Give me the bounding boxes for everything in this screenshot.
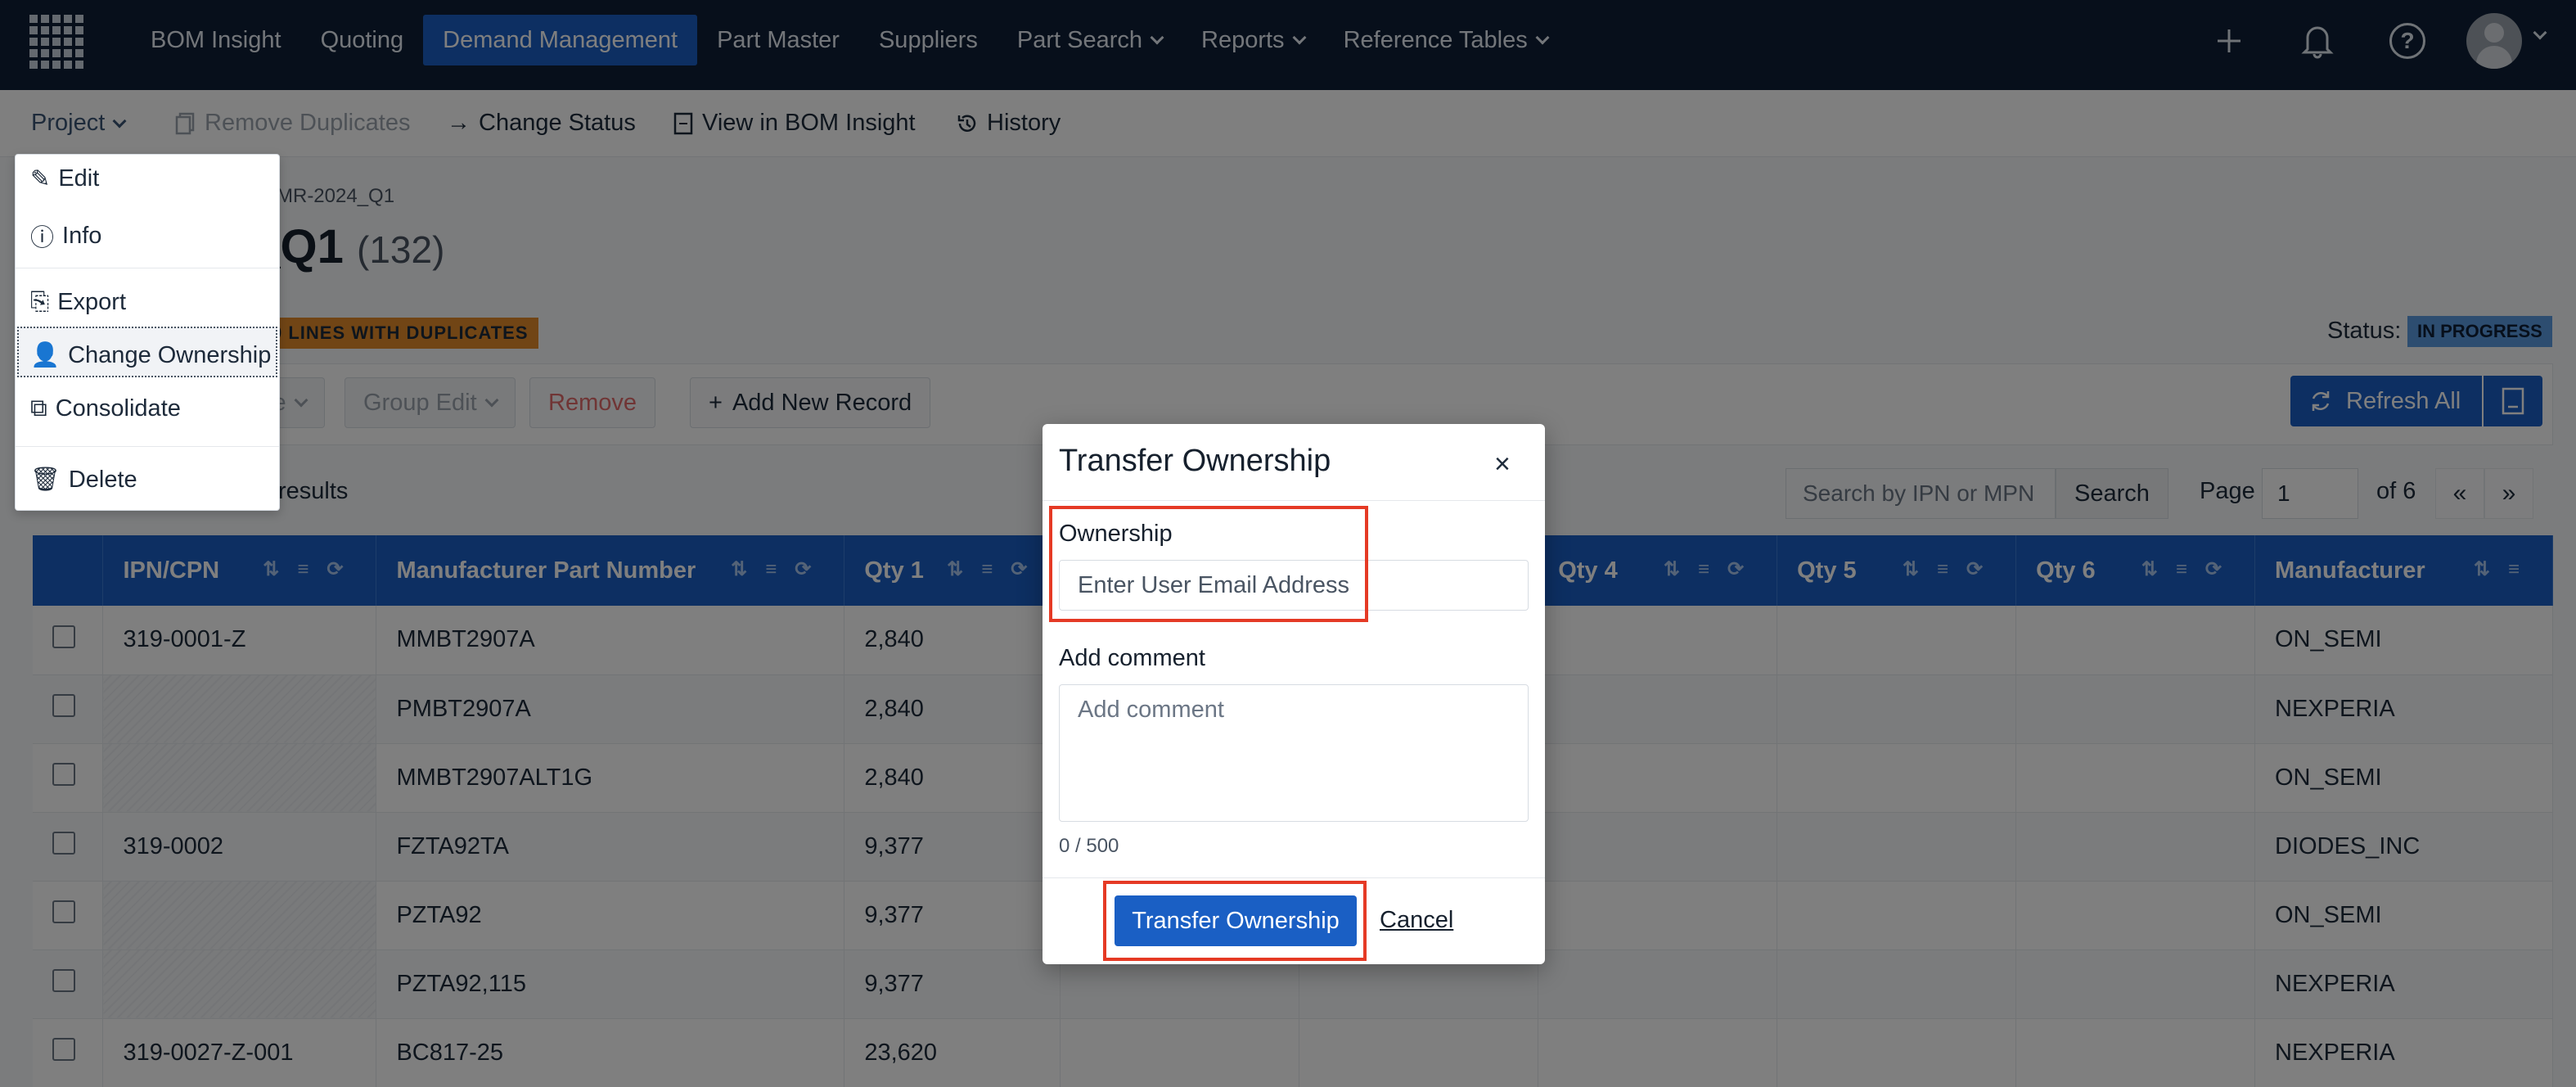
transfer-ownership-modal: Transfer Ownership × Ownership Add comme… (1043, 424, 1545, 964)
modal-title: Transfer Ownership (1059, 444, 1331, 478)
info-icon: ⓘ (30, 225, 55, 251)
project-label: Project (31, 110, 106, 136)
modal-footer-divider (1043, 877, 1545, 878)
chevron-down-icon (112, 114, 127, 128)
menu-item-info-label: Info (62, 222, 102, 249)
menu-item-change-ownership-label: Change Ownership (68, 341, 272, 368)
menu-divider (16, 446, 279, 447)
menu-item-delete-label: Delete (68, 466, 137, 493)
menu-item-edit[interactable]: ✎ Edit (30, 165, 99, 193)
menu-item-export-label: Export (57, 289, 127, 315)
menu-item-export[interactable]: ⎘ Export (30, 289, 126, 316)
comment-field[interactable] (1059, 684, 1529, 822)
menu-item-consolidate[interactable]: ⧉ Consolidate (30, 395, 181, 422)
highlight-ownership (1049, 506, 1368, 622)
close-icon[interactable]: × (1494, 449, 1511, 480)
menu-item-edit-label: Edit (58, 165, 100, 192)
char-count: 0 / 500 (1059, 835, 1119, 857)
menu-item-change-ownership[interactable]: 👤 Change Ownership (30, 341, 271, 369)
project-dropdown: ✎ Edit ⓘ Info ⎘ Export 👤 Change Ownershi… (15, 154, 280, 511)
export-icon: ⎘ (30, 289, 50, 315)
highlight-transfer-button (1103, 881, 1367, 961)
project-menu-button[interactable]: Project (31, 110, 127, 137)
copy-icon: ⧉ (30, 395, 47, 422)
modal-header: Transfer Ownership × (1043, 424, 1545, 501)
trash-icon: 🗑 (30, 467, 61, 493)
menu-item-info[interactable]: ⓘ Info (30, 219, 101, 253)
user-edit-icon: 👤 (30, 342, 61, 368)
cancel-button[interactable]: Cancel (1380, 907, 1453, 934)
menu-item-delete[interactable]: 🗑 Delete (30, 466, 137, 494)
pencil-icon: ✎ (30, 166, 51, 192)
comment-label: Add comment (1059, 645, 1205, 671)
menu-item-consolidate-label: Consolidate (55, 395, 181, 422)
